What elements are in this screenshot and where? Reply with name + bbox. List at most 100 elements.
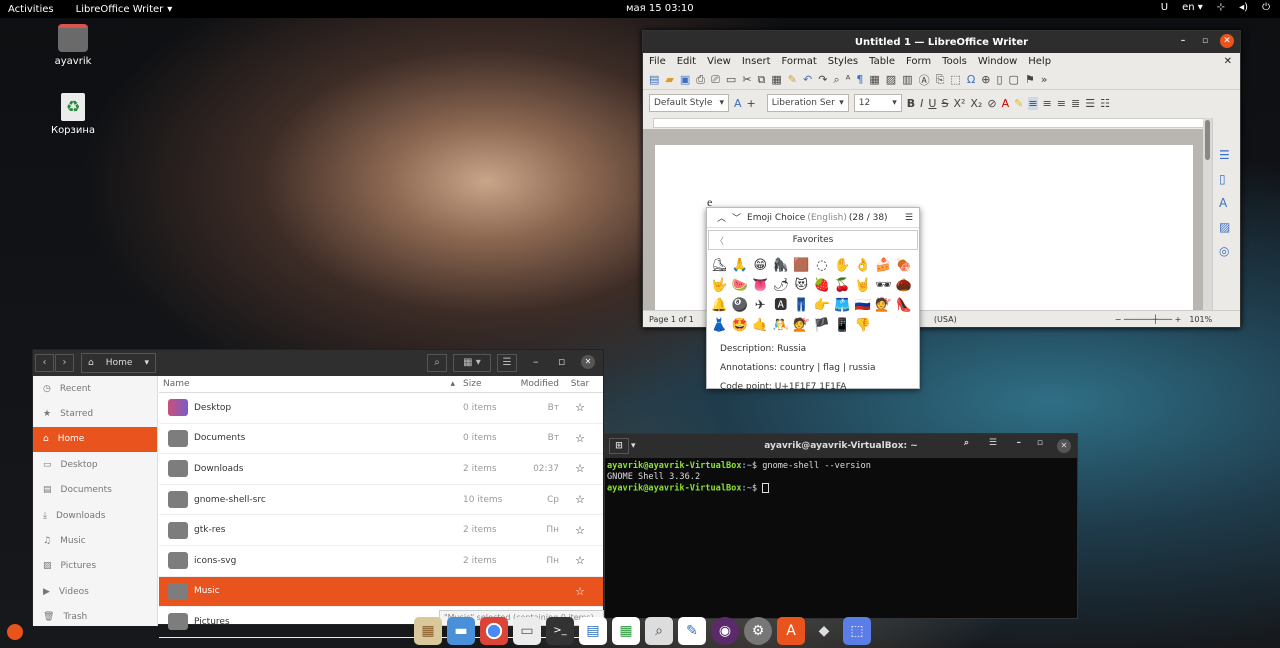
insert-table-icon[interactable]: ▦ (869, 73, 879, 86)
footnote-icon[interactable]: ▯ (996, 73, 1002, 86)
network-icon[interactable]: ⊹ (1217, 2, 1225, 13)
emoji-cell[interactable]: 🦍 (771, 256, 792, 276)
menu-file[interactable]: File (649, 56, 666, 67)
power-icon[interactable]: ⏻ (1262, 2, 1270, 13)
star-icon[interactable]: ☆ (565, 401, 595, 414)
emoji-cell[interactable]: 🙏 (730, 256, 751, 276)
menu-window[interactable]: Window (978, 56, 1017, 67)
terminal-headerbar[interactable]: ⊞ ▾ ayavrik@ayavrik-VirtualBox: ~ ⌕ ☰ – … (605, 434, 1077, 458)
minimize-button[interactable]: – (1176, 34, 1190, 48)
sidebar-item-desktop[interactable]: ▭ Desktop (33, 452, 157, 477)
emoji-cell[interactable]: 🤘 (853, 276, 874, 296)
zoom-slider[interactable]: − ──────┼─── + (1115, 315, 1182, 324)
volume-icon[interactable]: ◂) (1239, 2, 1248, 13)
emoji-cell[interactable]: ◌ (812, 256, 833, 276)
screenshot-icon[interactable]: ⬚ (843, 616, 871, 645)
scrollbar-thumb[interactable] (1205, 120, 1210, 160)
view-toggle-button[interactable]: ▦ ▾ (453, 354, 491, 372)
maximize-button[interactable]: ▫ (558, 355, 565, 368)
maximize-button[interactable]: ▫ (1037, 438, 1043, 448)
formatting-marks-icon[interactable]: ¶ (856, 73, 863, 86)
align-left-icon[interactable]: ≡ (1028, 96, 1038, 110)
emoji-cell[interactable]: 🩳 (832, 296, 853, 316)
new-tab-icon[interactable]: ⊞ (609, 438, 629, 454)
menu-form[interactable]: Form (906, 56, 931, 67)
emoji-cell[interactable]: 📱 (832, 316, 853, 336)
hamburger-menu-icon[interactable]: ☰ (905, 213, 913, 223)
app-menu[interactable]: LibreOffice Writer ▾ (76, 4, 173, 15)
emoji-cell[interactable]: 🍓 (812, 276, 833, 296)
writer-titlebar[interactable]: Untitled 1 — LibreOffice Writer – ▫ ✕ (643, 31, 1240, 53)
maximize-button[interactable]: ▫ (1198, 34, 1212, 48)
page-break-icon[interactable]: ⎘ (936, 73, 945, 87)
minimize-button[interactable]: – (1017, 438, 1022, 448)
emoji-cell[interactable]: ⛸ (709, 256, 730, 276)
star-icon[interactable]: ☆ (565, 585, 595, 598)
emoji-cell[interactable]: 🤩 (730, 316, 751, 336)
menu-table[interactable]: Table (869, 56, 895, 67)
styles-icon[interactable]: A (1219, 196, 1240, 210)
sidebar-item-starred[interactable]: ★ Starred (33, 401, 157, 426)
emoji-cell[interactable]: 👗 (709, 316, 730, 336)
font-size-combo[interactable]: 12 ▾ (853, 94, 902, 112)
inkscape-icon[interactable]: ◆ (810, 617, 838, 645)
text-editor-icon[interactable]: ✎ (678, 616, 706, 645)
special-character-icon[interactable]: Ω (967, 73, 975, 86)
insert-textbox-icon[interactable]: Ⓐ (919, 72, 930, 88)
menu-tools[interactable]: Tools (942, 56, 967, 67)
writer-icon[interactable]: ▤ (579, 616, 607, 645)
table-row[interactable]: Desktop 0 items Вт ☆ (159, 393, 603, 424)
emoji-cell[interactable]: 🤙 (750, 316, 771, 336)
column-modified[interactable]: Modified (519, 379, 565, 389)
update-style-icon[interactable]: A (734, 97, 742, 110)
emoji-cell[interactable]: 🤼 (771, 316, 792, 336)
emoji-cell[interactable]: 🇷🇺 (853, 296, 874, 316)
undo-icon[interactable]: ↶ (803, 73, 812, 86)
underline-icon[interactable]: U (928, 97, 936, 110)
emoji-cell[interactable]: 🎱 (730, 296, 751, 316)
emoji-cell[interactable]: 🍰 (873, 256, 894, 276)
terminal-output[interactable]: ayavrik@ayavrik-VirtualBox:~$ gnome-shel… (605, 458, 1077, 498)
emoji-cell[interactable]: ✈ (750, 296, 771, 316)
star-icon[interactable]: ☆ (565, 462, 595, 475)
highlight-icon[interactable]: ✎ (1014, 97, 1023, 110)
ubuntu-logo-icon[interactable] (7, 624, 23, 640)
emoji-cell[interactable]: 👌 (853, 256, 874, 276)
copy-icon[interactable]: ⧉ (758, 73, 766, 87)
ubuntu-one-icon[interactable]: U (1161, 2, 1168, 13)
page-icon[interactable]: ▯ (1219, 172, 1240, 186)
cut-icon[interactable]: ✂ (742, 73, 751, 86)
horizontal-ruler[interactable] (653, 118, 1205, 128)
path-bar[interactable]: ⌂ Home ▾ (81, 353, 156, 373)
emoji-cell[interactable]: 🌶 (771, 276, 792, 296)
sidebar-item-downloads[interactable]: ⤓ Downloads (33, 503, 157, 528)
image-viewer-icon[interactable]: ⌕ (645, 616, 673, 645)
calc-icon[interactable]: ▦ (612, 616, 640, 645)
star-icon[interactable]: ☆ (565, 432, 595, 445)
menu-format[interactable]: Format (782, 56, 817, 67)
star-icon[interactable]: ☆ (565, 554, 595, 567)
new-icon[interactable]: ▤ (649, 73, 659, 86)
chevron-down-icon[interactable]: ﹀ (732, 211, 741, 224)
open-icon[interactable]: ▰ (665, 73, 673, 86)
table-row[interactable]: icons-svg 2 items Пн ☆ (159, 546, 603, 577)
archive-manager-icon[interactable]: ▦ (414, 616, 442, 645)
emoji-cell[interactable]: 🤟 (709, 276, 730, 296)
sidebar-item-pictures[interactable]: ▨ Pictures (33, 554, 157, 579)
emoji-cell[interactable]: 🍉 (730, 276, 751, 296)
status-language[interactable]: (USA) (934, 315, 957, 324)
star-icon[interactable]: ☆ (565, 524, 595, 537)
subscript-icon[interactable]: X₂ (970, 97, 982, 110)
forward-button[interactable]: › (55, 354, 74, 372)
table-row[interactable]: gtk-res 2 items Пн ☆ (159, 515, 603, 546)
strikethrough-icon[interactable]: S (941, 97, 948, 110)
table-row[interactable]: Downloads 2 items 02:37 ☆ (159, 454, 603, 485)
activities-button[interactable]: Activities (8, 4, 54, 15)
navigator-icon[interactable]: ◎ (1219, 244, 1240, 258)
language-indicator[interactable]: en ▾ (1182, 2, 1203, 13)
desktop-home-folder[interactable]: ayavrik (33, 24, 113, 67)
sidebar-item-trash[interactable]: 🗑 Trash (33, 605, 157, 630)
clock[interactable]: мая 15 03:10 (626, 3, 694, 14)
column-size[interactable]: Size (463, 379, 519, 389)
emoji-cell[interactable]: 👎 (853, 316, 874, 336)
